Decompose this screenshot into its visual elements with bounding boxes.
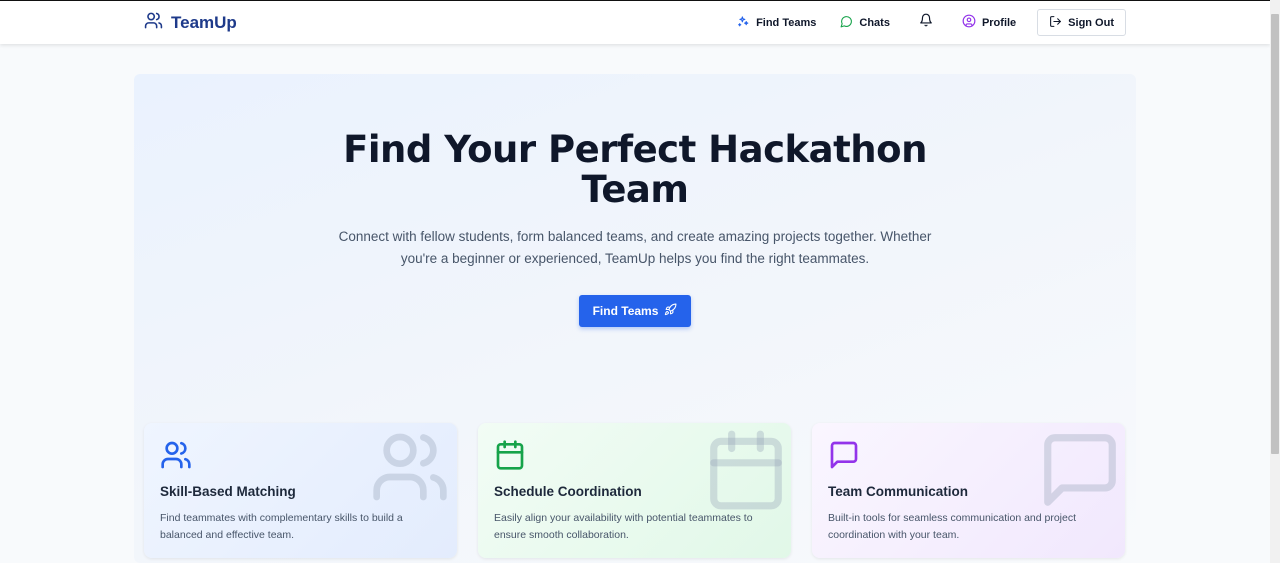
feature-card-communication[interactable]: Team Communication Built-in tools for se… (812, 423, 1125, 558)
nav-chats-label: Chats (859, 16, 890, 29)
message-square-icon (828, 439, 860, 476)
feature-card-schedule[interactable]: Schedule Coordination Easily align your … (478, 423, 791, 558)
notifications-button[interactable] (905, 10, 947, 36)
cta-label: Find Teams (592, 304, 659, 318)
message-watermark-icon (1037, 427, 1123, 518)
users-icon (160, 439, 192, 476)
nav-find-teams-label: Find Teams (756, 16, 817, 29)
feature-description-line2: ensure smooth collaboration. (494, 529, 629, 541)
calendar-watermark-icon (703, 427, 789, 518)
log-out-icon (1049, 15, 1062, 31)
nav-chats[interactable]: Chats (831, 10, 899, 36)
window-top-border (0, 0, 1270, 1)
feature-description-line1: Find teammates with complementary skills… (160, 512, 403, 524)
feature-description: Built-in tools for seamless communicatio… (828, 510, 1113, 544)
feature-description-line2: coordination with your team. (828, 529, 960, 541)
users-logo-icon (144, 11, 163, 35)
hero-subtitle-line2: you're a beginner or experienced, TeamUp… (400, 251, 870, 266)
nav-profile[interactable]: Profile (953, 10, 1025, 36)
feature-card-skill-matching[interactable]: Skill-Based Matching Find teammates with… (144, 423, 457, 558)
sign-out-button[interactable]: Sign Out (1037, 9, 1126, 36)
brand-name: TeamUp (171, 13, 237, 32)
brand-logo[interactable]: TeamUp (144, 11, 237, 35)
sparkles-icon (737, 15, 750, 31)
feature-title: Skill-Based Matching (160, 484, 296, 499)
sign-out-label: Sign Out (1068, 16, 1114, 29)
calendar-icon (494, 439, 526, 476)
feature-description-line1: Built-in tools for seamless communicatio… (828, 512, 1077, 524)
scrollbar-thumb[interactable] (1271, 14, 1279, 454)
chat-bubble-icon (840, 15, 853, 31)
feature-title: Team Communication (828, 484, 969, 499)
nav-menu: Find Teams Chats Profile Sign Out (728, 9, 1126, 36)
find-teams-cta-button[interactable]: Find Teams (579, 295, 691, 327)
hero-title-line1: Find Your Perfect Hackathon (343, 128, 927, 171)
hero-title-line2: Team (581, 168, 689, 211)
feature-description: Easily align your availability with pote… (494, 510, 779, 544)
feature-description: Find teammates with complementary skills… (160, 510, 445, 544)
user-circle-icon (962, 14, 976, 31)
hero-subtitle-line1: Connect with fellow students, form balan… (338, 229, 932, 244)
rocket-icon (664, 303, 677, 319)
bell-icon (919, 13, 933, 32)
feature-title: Schedule Coordination (494, 484, 642, 499)
users-watermark-icon (365, 427, 455, 512)
navbar: TeamUp Find Teams Chats Profile Sign Out (0, 0, 1270, 44)
page-scrollbar[interactable] (1270, 0, 1280, 563)
hero-subtitle: Connect with fellow students, form balan… (0, 226, 1270, 270)
nav-profile-label: Profile (981, 16, 1017, 29)
hero-title: Find Your Perfect Hackathon Team (0, 130, 1270, 210)
nav-find-teams[interactable]: Find Teams (728, 10, 825, 36)
feature-description-line1: Easily align your availability with pote… (494, 512, 753, 524)
feature-description-line2: balanced and effective team. (160, 529, 295, 541)
